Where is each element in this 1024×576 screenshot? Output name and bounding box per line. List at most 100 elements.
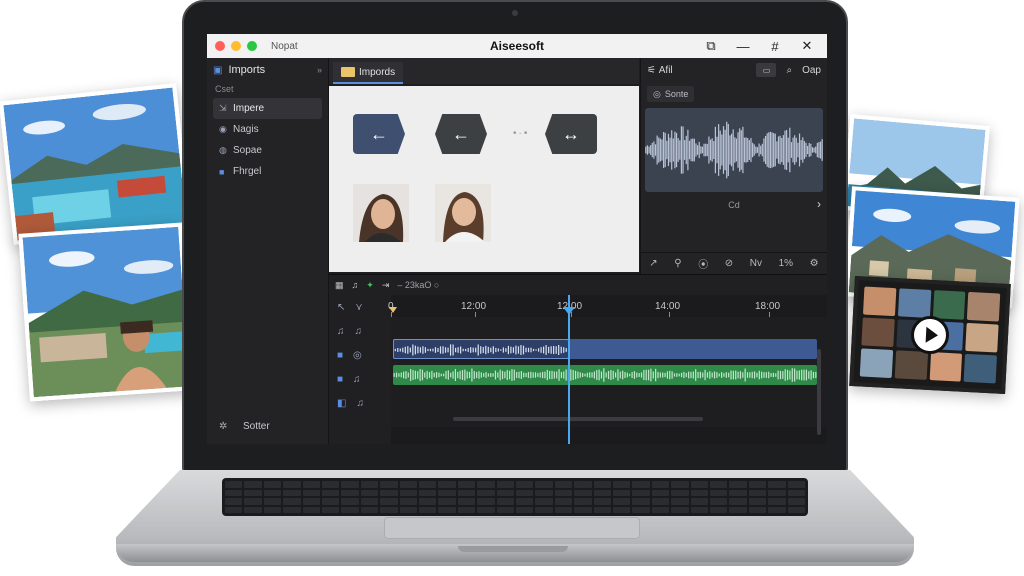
keyboard-key [748, 506, 767, 513]
storyboard-icon[interactable]: ▦ [335, 280, 344, 291]
timeline-vertical-scrollbar[interactable] [817, 349, 821, 435]
keyboard-key [496, 498, 514, 505]
keyboard-key [302, 498, 320, 505]
tab-impords[interactable]: Impords [333, 62, 404, 84]
keyboard-key [302, 489, 320, 496]
effect-icon[interactable]: ✦ [366, 280, 374, 291]
keyboard-key [690, 481, 708, 488]
keyboard-key [709, 489, 728, 496]
voiceover-track-icon[interactable]: ◧ [337, 398, 346, 409]
laptop-notch [458, 546, 568, 552]
audio-source-chip[interactable]: ◎ Sonte [647, 86, 695, 102]
filter-icon[interactable]: ⚟ [647, 65, 659, 76]
media-thumbnail-1[interactable] [353, 184, 409, 242]
speed-tool-label[interactable]: 1% [779, 258, 793, 269]
audio-icon: ◍ [219, 145, 227, 155]
grid-icon[interactable]: # [761, 37, 789, 55]
preview-mode-icon[interactable]: ▭ [756, 63, 777, 77]
keyboard-key [554, 489, 573, 496]
pen-tool-icon[interactable]: ⚲ [674, 258, 681, 269]
keyboard-key [535, 506, 553, 513]
keyboard-key [225, 489, 243, 496]
music-note-icon[interactable]: ♫ [352, 280, 359, 290]
keyboard-key [399, 481, 417, 488]
waveform-caption: Cd [728, 200, 740, 210]
keyboard-key [612, 506, 631, 513]
music-note-icon[interactable]: ♫ [353, 374, 361, 385]
music-note-icon[interactable]: ♫ [356, 398, 364, 409]
keyboard-key [360, 489, 379, 496]
keyboard-key [399, 506, 417, 513]
audio-clip-waveform [393, 368, 817, 382]
voice-tool-icon[interactable]: ⦿ [698, 256, 708, 271]
volume-tool-label[interactable]: Nv [750, 258, 762, 269]
split-icon[interactable]: ⇥ [382, 280, 390, 291]
media-tab-bar: Impords [329, 58, 639, 84]
zoom-control[interactable]: – 23kaO ○ [397, 280, 439, 290]
minimize-window-dot[interactable] [231, 41, 241, 51]
keyboard-key [244, 498, 262, 505]
snap-icon[interactable]: ⋎ [355, 302, 362, 313]
keyboard-key [360, 506, 379, 513]
timeline-ruler[interactable]: 0 12:00 12:00 14:00 18:00 [388, 295, 827, 317]
zoom-label: 23kaO [404, 280, 432, 290]
panel-option-label[interactable]: Oap [802, 65, 821, 76]
audio-panel-actions: ▭ ⌕ Oap [756, 63, 821, 77]
transition-arrow-left[interactable]: ← [353, 114, 405, 154]
settings-gear-icon[interactable]: ⚙ [810, 258, 819, 269]
arrow-left-icon: ← [452, 123, 470, 144]
transition-arrow-swap[interactable]: ↔ [545, 114, 597, 154]
record-track-icon[interactable]: ◎ [353, 350, 362, 361]
trim-tool-icon[interactable]: ↗ [649, 258, 657, 269]
feedback-icon[interactable]: ⧉ [697, 37, 725, 55]
keyboard-key [515, 481, 534, 488]
audio-waveform-preview[interactable] [645, 108, 823, 192]
music-track-icon[interactable]: ♫ [337, 326, 345, 337]
transition-arrow-back[interactable]: ← [435, 114, 487, 154]
keyboard-key [283, 498, 301, 505]
keyboard-key [515, 506, 534, 513]
music-track-icon[interactable]: ♫ [355, 326, 363, 337]
sidebar-header[interactable]: ▣ Imports » [207, 58, 328, 82]
marketing-scene: Nopat Aiseesoft ⧉ — # ✕ ▣ Imports » Cset… [0, 0, 1024, 576]
keyboard-key [535, 498, 553, 505]
timeline-horizontal-scrollbar[interactable] [453, 417, 703, 421]
portrait-thumbnail [435, 184, 491, 242]
keyboard-key [380, 498, 398, 505]
audio-tools-bar: ↗ ⚲ ⦿ ⊘ Nv 1% ⚙ [641, 252, 827, 274]
keyboard-key [418, 489, 437, 496]
keyboard-key [787, 481, 805, 488]
media-thumbnail-2[interactable] [435, 184, 491, 242]
maximize-window-dot[interactable] [247, 41, 257, 51]
keyboard-key [457, 489, 476, 496]
keyboard-key [302, 506, 320, 513]
chevron-right-icon[interactable]: › [817, 197, 821, 211]
sidebar-item-impere[interactable]: ⇲ Impere [213, 98, 322, 119]
audio-source-label: Sonte [664, 89, 689, 99]
pointer-icon[interactable]: ↖ [337, 302, 345, 313]
sidebar-footer[interactable]: ✲ Sotter [207, 421, 328, 432]
sidebar-item-nagis[interactable]: ◉ Nagis [213, 119, 322, 140]
keyboard-key [496, 506, 514, 513]
video-track-icon[interactable]: ■ [337, 350, 343, 361]
sidebar-item-fhrgel[interactable]: ■ Fhrgel [213, 161, 322, 182]
search-icon[interactable]: ⌕ [786, 65, 792, 76]
keyboard-key [477, 498, 495, 505]
mute-tool-icon[interactable]: ⊘ [725, 258, 733, 269]
close-window-dot[interactable] [215, 41, 225, 51]
collapse-icon[interactable]: » [317, 65, 322, 75]
audio-track-icon[interactable]: ■ [337, 374, 343, 385]
close-icon[interactable]: ✕ [793, 37, 821, 55]
keyboard-key [593, 481, 611, 488]
start-marker[interactable] [389, 307, 397, 313]
sidebar-item-sopae[interactable]: ◍ Sopae [213, 140, 322, 161]
playhead[interactable] [568, 295, 570, 444]
menu-label[interactable]: Nopat [271, 41, 298, 52]
audio-clip[interactable] [393, 365, 817, 385]
keyboard-key [399, 489, 417, 496]
selected-clip[interactable] [393, 339, 570, 359]
keyboard-key [768, 489, 786, 496]
track-header-audio: ■ ♫ [329, 367, 391, 391]
keyboard-key [593, 489, 611, 496]
minimize-icon[interactable]: — [729, 37, 757, 55]
